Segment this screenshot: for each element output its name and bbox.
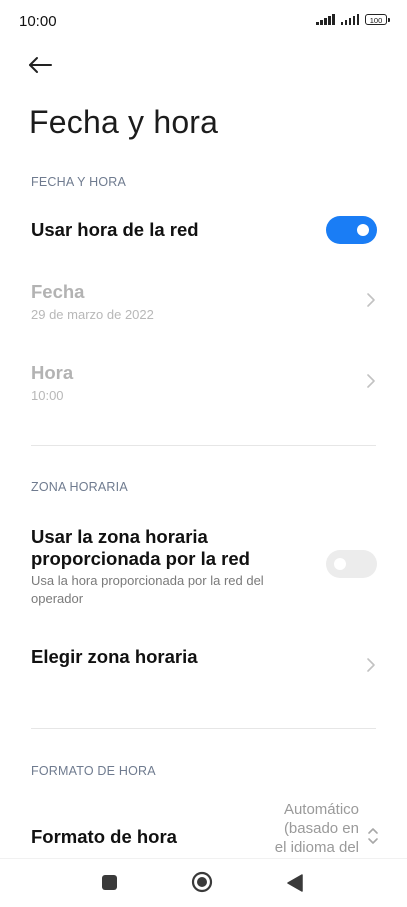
time-format-value: Automático (basado en el idioma del bbox=[239, 800, 359, 857]
use-network-zone-label-line2: proporcionada por la red bbox=[31, 548, 250, 569]
time-format-value-line3: el idioma del bbox=[274, 839, 359, 856]
signal-icon bbox=[340, 14, 359, 25]
time-format-value-line1: Automático bbox=[283, 801, 359, 818]
use-network-zone-toggle[interactable] bbox=[326, 550, 377, 578]
section-header-date-time: FECHA Y HORA bbox=[31, 175, 127, 189]
time-format-label: Formato de hora bbox=[31, 826, 177, 847]
chevron-up-down-icon bbox=[368, 828, 378, 844]
time-label: Hora bbox=[31, 362, 74, 383]
section-header-time-zone: ZONA HORARIA bbox=[31, 480, 128, 494]
toggle-knob bbox=[334, 558, 346, 570]
date-value: 29 de marzo de 2022 bbox=[31, 307, 154, 322]
use-network-time-toggle[interactable] bbox=[326, 216, 377, 244]
section-header-format: FORMATO DE HORA bbox=[31, 764, 156, 778]
triangle-back-icon[interactable] bbox=[286, 873, 304, 893]
divider bbox=[31, 728, 376, 729]
circle-icon[interactable] bbox=[191, 871, 213, 893]
chevron-right-icon bbox=[367, 293, 375, 307]
toggle-knob bbox=[357, 224, 369, 236]
status-icons: 100 bbox=[316, 14, 390, 25]
arrow-left-icon bbox=[29, 57, 52, 73]
time-format-value-line2: (basado en bbox=[283, 820, 359, 837]
status-time: 10:00 bbox=[19, 13, 57, 30]
battery-icon: 100 bbox=[365, 14, 390, 25]
use-network-zone-desc-line2: operador bbox=[31, 591, 84, 606]
chevron-right-icon bbox=[367, 658, 375, 672]
time-value: 10:00 bbox=[31, 388, 64, 403]
use-network-zone-desc-line1: Usa la hora proporcionada por la red del bbox=[31, 573, 264, 588]
square-icon[interactable] bbox=[102, 875, 117, 890]
choose-zone-row[interactable]: Elegir zona horaria bbox=[0, 630, 407, 700]
use-network-zone-label-line1: Usar la zona horaria bbox=[31, 526, 208, 547]
use-network-time-label: Usar hora de la red bbox=[31, 219, 199, 240]
date-row[interactable]: Fecha 29 de marzo de 2022 bbox=[0, 272, 407, 342]
divider bbox=[31, 445, 376, 446]
use-network-zone-row[interactable]: Usar la zona horaria proporcionada por l… bbox=[0, 520, 407, 610]
navigation-bar bbox=[0, 858, 407, 907]
time-row[interactable]: Hora 10:00 bbox=[0, 353, 407, 423]
back-button[interactable] bbox=[26, 50, 56, 80]
use-network-time-row[interactable]: Usar hora de la red bbox=[0, 205, 407, 257]
choose-zone-label: Elegir zona horaria bbox=[31, 646, 198, 667]
chevron-right-icon bbox=[367, 374, 375, 388]
date-label: Fecha bbox=[31, 281, 85, 302]
status-bar: 10:00 100 bbox=[0, 0, 407, 44]
page-title: Fecha y hora bbox=[29, 104, 219, 140]
signal-icon bbox=[316, 14, 335, 25]
